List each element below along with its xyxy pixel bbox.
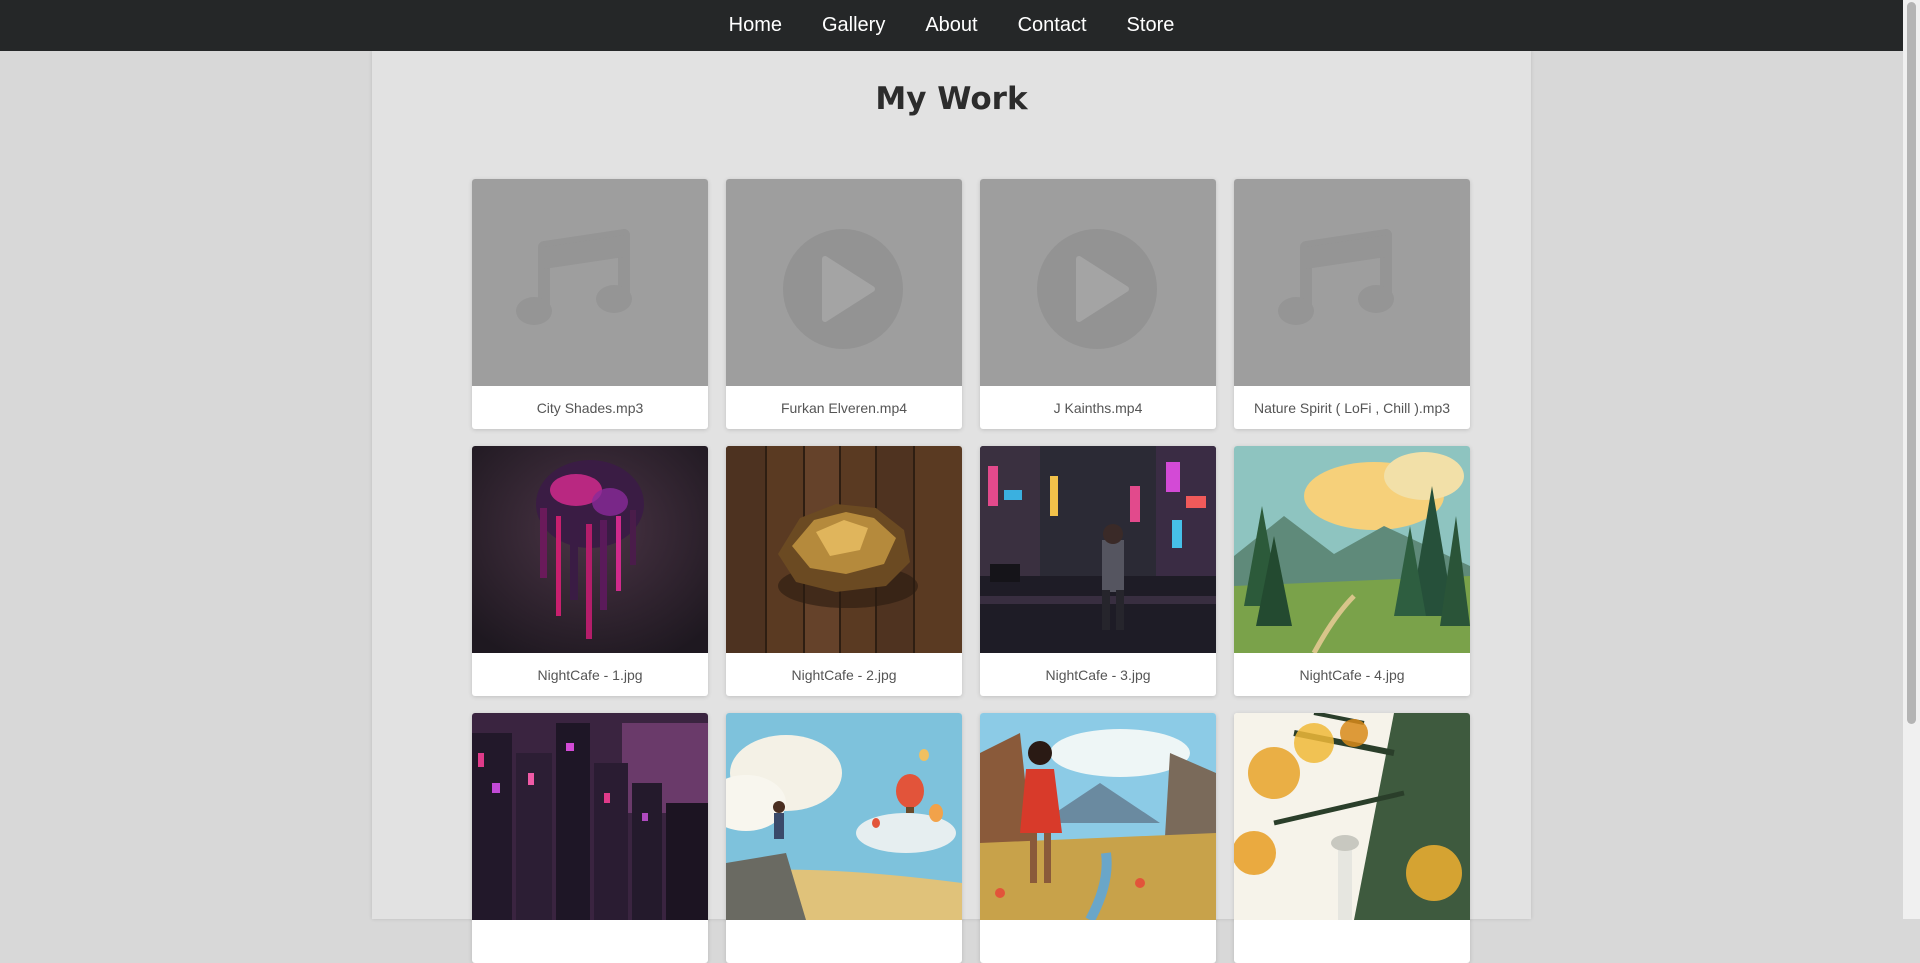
- gallery-item-caption: [980, 920, 1216, 963]
- vertical-scrollbar[interactable]: [1903, 0, 1920, 919]
- nav-gallery-link[interactable]: Gallery: [822, 14, 885, 37]
- audio-thumbnail: [1234, 179, 1470, 386]
- image-thumbnail: [726, 713, 962, 920]
- gallery-item[interactable]: NightCafe - 2.jpg: [726, 446, 962, 696]
- gallery-item-caption: NightCafe - 1.jpg: [537, 666, 643, 683]
- nav-about-link[interactable]: About: [925, 14, 977, 37]
- gallery-item-caption: NightCafe - 3.jpg: [1045, 666, 1151, 683]
- nav-contact-link[interactable]: Contact: [1018, 14, 1087, 37]
- music-note-icon: [1234, 179, 1470, 386]
- forest-valley-artwork: [1234, 446, 1470, 653]
- page-title: My Work: [875, 81, 1028, 117]
- gallery-grid: City Shades.mp3 Furkan Elveren.mp4 J Kai…: [472, 179, 1470, 963]
- gallery-item[interactable]: NightCafe - 3.jpg: [980, 446, 1216, 696]
- dripping-sphere-artwork: [472, 446, 708, 653]
- play-icon: [980, 179, 1216, 386]
- image-thumbnail: [980, 713, 1216, 920]
- gallery-item-caption: City Shades.mp3: [536, 399, 644, 416]
- golden-rock-artwork: [726, 446, 962, 653]
- video-thumbnail: [726, 179, 962, 386]
- video-thumbnail: [980, 179, 1216, 386]
- image-thumbnail: [980, 446, 1216, 653]
- scrollbar-thumb[interactable]: [1907, 2, 1916, 724]
- gallery-item[interactable]: NightCafe - 4.jpg: [1234, 446, 1470, 696]
- gallery-item[interactable]: City Shades.mp3: [472, 179, 708, 429]
- gallery-item[interactable]: NightCafe - 1.jpg: [472, 446, 708, 696]
- image-thumbnail: [726, 446, 962, 653]
- main-content: My Work City Shades.mp3 Furkan Elveren.m…: [372, 51, 1531, 963]
- top-navigation: Home Gallery About Contact Store: [0, 0, 1903, 51]
- gallery-item[interactable]: [472, 713, 708, 963]
- gallery-item-caption: Furkan Elveren.mp4: [780, 399, 908, 416]
- gallery-item[interactable]: Nature Spirit ( LoFi , Chill ).mp3: [1234, 179, 1470, 429]
- gallery-item[interactable]: [980, 713, 1216, 963]
- nav-store-link[interactable]: Store: [1127, 14, 1175, 37]
- nav-home-link[interactable]: Home: [729, 14, 782, 37]
- neon-skyscrapers-artwork: [472, 713, 708, 920]
- gallery-item[interactable]: [726, 713, 962, 963]
- gallery-item[interactable]: Furkan Elveren.mp4: [726, 179, 962, 429]
- image-thumbnail: [1234, 713, 1470, 920]
- neon-city-street-artwork: [980, 446, 1216, 653]
- image-thumbnail: [472, 713, 708, 920]
- woman-in-valley-artwork: [980, 713, 1216, 920]
- image-thumbnail: [1234, 446, 1470, 653]
- audio-thumbnail: [472, 179, 708, 386]
- gallery-item[interactable]: [1234, 713, 1470, 963]
- gallery-item-caption: [472, 920, 708, 963]
- gallery-item-caption: NightCafe - 2.jpg: [791, 666, 897, 683]
- gallery-item-caption: Nature Spirit ( LoFi , Chill ).mp3: [1253, 399, 1451, 416]
- hot-air-balloons-artwork: [726, 713, 962, 920]
- music-note-icon: [472, 179, 708, 386]
- gallery-item-caption: [726, 920, 962, 963]
- gallery-item-caption: NightCafe - 4.jpg: [1299, 666, 1405, 683]
- play-icon: [726, 179, 962, 386]
- autumn-tree-tower-artwork: [1234, 713, 1470, 920]
- gallery-item-caption: [1234, 920, 1470, 963]
- gallery-item[interactable]: J Kainths.mp4: [980, 179, 1216, 429]
- gallery-item-caption: J Kainths.mp4: [1053, 399, 1143, 416]
- image-thumbnail: [472, 446, 708, 653]
